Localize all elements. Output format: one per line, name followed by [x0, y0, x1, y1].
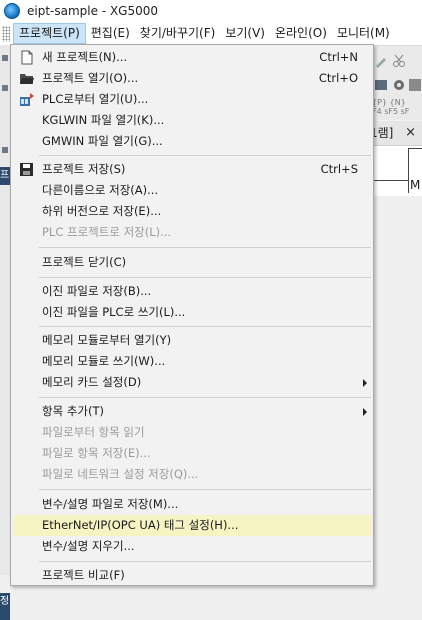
- menu-separator: [39, 326, 371, 327]
- project-window-tab[interactable]: 프: [0, 167, 10, 185]
- dock-grip: [2, 55, 8, 61]
- submenu-arrow-icon: [363, 379, 367, 387]
- xg5000-app-icon: [4, 3, 20, 19]
- menu-item-ethernet-ip-tag-settings[interactable]: EtherNet/IP(OPC UA) 태그 설정(H)...: [13, 515, 371, 536]
- fkey-label-line: {P} {N}: [372, 98, 406, 107]
- menu-item-close-project[interactable]: 프로젝트 닫기(C): [13, 252, 371, 273]
- menu-item-compare-project[interactable]: 프로젝트 비교(F): [13, 565, 371, 586]
- menu-item-clear-variable-description[interactable]: 변수/설명 지우기...: [13, 536, 371, 557]
- ladder-grid: M: [370, 146, 422, 196]
- menu-online[interactable]: 온라인(O): [270, 23, 332, 44]
- monitor-icon[interactable]: [408, 78, 422, 92]
- menu-item-write-memory-module[interactable]: 메모리 모듈로 쓰기(W)...: [13, 351, 371, 372]
- save-disk-icon: [20, 163, 33, 176]
- menu-item-label: 새 프로젝트(N)...: [42, 50, 128, 64]
- panel-close-icon[interactable]: ×: [405, 121, 416, 145]
- menu-item-shortcut: Ctrl+N: [319, 50, 358, 64]
- function-key-labels: {P} {N} F4 sF5 sF: [372, 98, 422, 118]
- menu-item-memory-card-settings[interactable]: 메모리 카드 설정(D): [13, 372, 371, 393]
- menu-separator: [39, 561, 371, 562]
- menu-bar: 프로젝트(P) 편집(E) 찾기/바꾸기(F) 보기(V) 온라인(O) 모니터…: [0, 22, 422, 46]
- menu-item-label: 다른이름으로 저장(A)...: [42, 183, 159, 197]
- menu-item-add-item[interactable]: 항목 추가(T): [13, 401, 371, 422]
- scissors-icon[interactable]: [392, 54, 406, 68]
- menubar-grip[interactable]: [2, 25, 10, 42]
- menu-separator: [39, 247, 371, 248]
- menu-item-shortcut: Ctrl+S: [320, 162, 358, 176]
- window-title: eipt-sample - XG5000: [27, 4, 159, 18]
- menu-item-label: PLC 프로젝트로 저장(L)...: [42, 225, 172, 239]
- ladder-panel-header: 1램] ×: [370, 121, 422, 146]
- grid-cell-text: M: [410, 178, 421, 192]
- menu-item-label: 변수/설명 파일로 저장(M)...: [42, 497, 179, 511]
- connect-icon[interactable]: [374, 78, 388, 92]
- menu-edit[interactable]: 편집(E): [86, 23, 135, 44]
- menu-item-new-project[interactable]: 새 프로젝트(N)... Ctrl+N: [13, 47, 371, 68]
- settings-gear-icon[interactable]: [392, 78, 406, 92]
- menu-item-save-lower-version[interactable]: 하위 버전으로 저장(E)...: [13, 201, 371, 222]
- title-bar: eipt-sample - XG5000: [0, 0, 422, 22]
- menu-item-label: 메모리 모듈로 쓰기(W)...: [42, 354, 166, 368]
- menu-item-read-item-from-file: 파일로부터 항목 읽기: [13, 422, 371, 443]
- menu-monitor[interactable]: 모니터(M): [332, 23, 395, 44]
- open-folder-icon: [20, 74, 34, 84]
- grid-line: [370, 180, 408, 181]
- left-dock-strip: 프 정: [0, 45, 10, 620]
- menu-item-save-variable-description[interactable]: 변수/설명 파일로 저장(M)...: [13, 494, 371, 515]
- menu-item-label: 프로젝트 저장(S): [42, 162, 126, 176]
- menu-item-open-from-plc[interactable]: PLC로부터 열기(U)...: [13, 89, 371, 110]
- menu-item-open-from-memory-module[interactable]: 메모리 모듈로부터 열기(Y): [13, 330, 371, 351]
- bottom-window-tab[interactable]: 정: [0, 593, 10, 620]
- plc-upload-icon: [20, 93, 34, 106]
- menu-item-save-as[interactable]: 다른이름으로 저장(A)...: [13, 180, 371, 201]
- menu-item-label: EtherNet/IP(OPC UA) 태그 설정(H)...: [42, 518, 239, 532]
- menu-item-label: PLC로부터 열기(U)...: [42, 92, 149, 106]
- menu-item-label: 이진 파일로 저장(B)...: [42, 284, 152, 298]
- dock-grip: [2, 85, 8, 91]
- menu-item-label: 프로젝트 비교(F): [42, 568, 125, 582]
- menu-item-label: 파일로 네트워크 설정 저장(Q)...: [42, 467, 199, 481]
- menu-item-label: 변수/설명 지우기...: [42, 539, 135, 553]
- menu-item-save-project[interactable]: 프로젝트 저장(S) Ctrl+S: [13, 159, 371, 180]
- menu-separator: [39, 277, 371, 278]
- menu-item-label: KGLWIN 파일 열기(K)...: [42, 113, 165, 127]
- menu-item-shortcut: Ctrl+O: [318, 71, 358, 85]
- menu-item-open-kglwin[interactable]: KGLWIN 파일 열기(K)...: [13, 110, 371, 131]
- tool-icon[interactable]: [374, 54, 388, 68]
- menu-separator: [39, 489, 371, 490]
- new-file-icon: [21, 50, 33, 65]
- menu-item-save-binary[interactable]: 이진 파일로 저장(B)...: [13, 281, 371, 302]
- menu-item-label: 항목 추가(T): [42, 404, 104, 418]
- menu-item-label: 메모리 카드 설정(D): [42, 375, 142, 389]
- menu-item-save-item-to-file: 파일로 항목 저장(E)...: [13, 443, 371, 464]
- menu-item-label: GMWIN 파일 열기(G)...: [42, 134, 163, 148]
- menu-item-label: 이진 파일을 PLC로 쓰기(L)...: [42, 305, 186, 319]
- menu-item-open-gmwin[interactable]: GMWIN 파일 열기(G)...: [13, 131, 371, 152]
- menu-item-open-project[interactable]: 프로젝트 열기(O)... Ctrl+O: [13, 68, 371, 89]
- fkey-label-line: F4 sF5 sF: [372, 107, 410, 116]
- menu-item-save-plc-project: PLC 프로젝트로 저장(L)...: [13, 222, 371, 243]
- menu-find-replace[interactable]: 찾기/바꾸기(F): [135, 23, 221, 44]
- menu-project[interactable]: 프로젝트(P): [13, 23, 86, 44]
- menu-item-label: 하위 버전으로 저장(E)...: [42, 204, 162, 218]
- menu-item-save-network-settings: 파일로 네트워크 설정 저장(Q)...: [13, 464, 371, 485]
- project-menu-dropdown: 새 프로젝트(N)... Ctrl+N 프로젝트 열기(O)... Ctrl+O…: [10, 44, 374, 586]
- menu-item-label: 메모리 모듈로부터 열기(Y): [42, 333, 172, 347]
- menu-view[interactable]: 보기(V): [220, 23, 270, 44]
- submenu-arrow-icon: [363, 408, 367, 416]
- menu-separator: [39, 155, 371, 156]
- menu-item-write-binary-to-plc[interactable]: 이진 파일을 PLC로 쓰기(L)...: [13, 302, 371, 323]
- menu-item-label: 프로젝트 닫기(C): [42, 255, 127, 269]
- menu-separator: [39, 397, 371, 398]
- dock-grip: [2, 147, 8, 153]
- menu-item-label: 파일로 항목 저장(E)...: [42, 446, 151, 460]
- menu-item-label: 파일로부터 항목 읽기: [42, 425, 145, 439]
- menu-item-label: 프로젝트 열기(O)...: [42, 71, 139, 85]
